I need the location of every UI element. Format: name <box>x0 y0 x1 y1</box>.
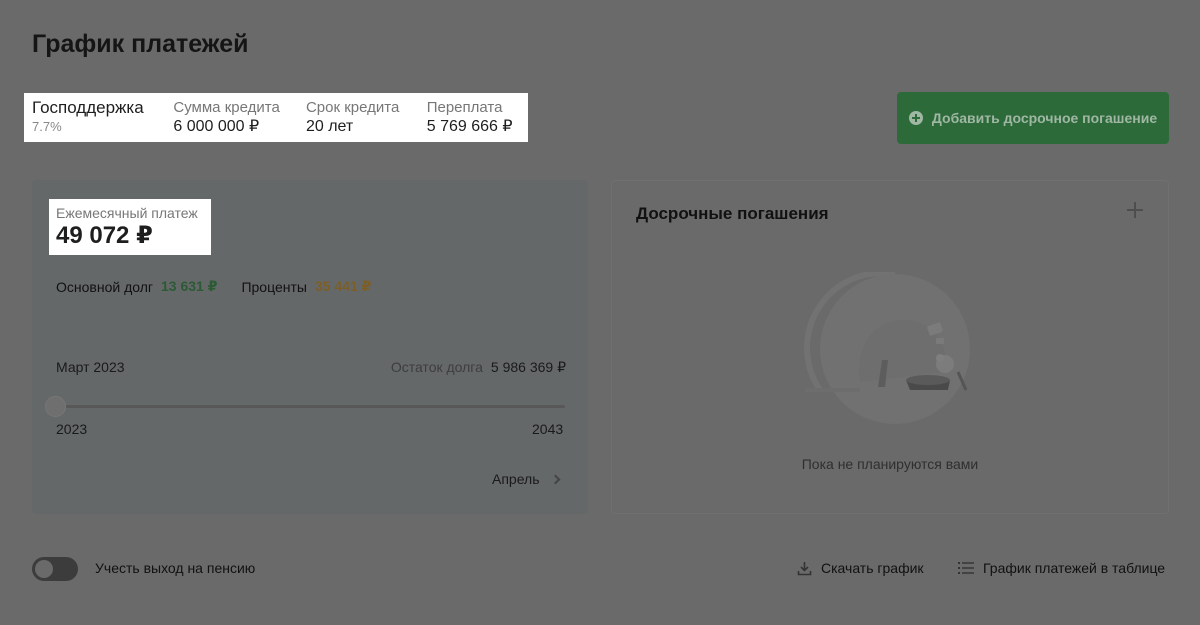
interest-value: 35 441 ₽ <box>314 278 372 294</box>
timeline-slider-thumb[interactable] <box>45 396 66 417</box>
monthly-payment-value: 49 072 ₽ <box>56 222 153 249</box>
overpay-label: Переплата <box>426 99 503 116</box>
selected-month: Март 2023 <box>56 359 125 375</box>
amount-label: Сумма кредита <box>173 99 280 116</box>
early-payments-title: Досрочные погашения <box>636 204 829 223</box>
interest-label: Проценты <box>241 278 307 295</box>
chevron-right-icon <box>550 474 560 484</box>
next-month-button[interactable]: Апрель <box>492 471 560 487</box>
retirement-toggle-label: Учесть выход на пенсию <box>95 560 256 576</box>
add-early-payment-label: Добавить досрочное погашение <box>931 110 1158 126</box>
retirement-toggle[interactable] <box>32 557 78 581</box>
monthly-payment: Ежемесячный платеж 49 072 ₽ <box>49 199 211 255</box>
summary-program: Господдержка 7.7% <box>32 99 173 142</box>
program-label: Господдержка <box>32 98 144 117</box>
plus-icon[interactable] <box>1127 202 1143 218</box>
plus-circle-icon <box>908 111 923 125</box>
monthly-payment-label: Ежемесячный платеж <box>56 205 198 221</box>
remaining-balance: Остаток долга 5 986 369 ₽ <box>391 359 566 376</box>
principal-value: 13 631 ₽ <box>161 278 218 294</box>
amount-value: 6 000 000 ₽ <box>173 118 260 135</box>
overpay-value: 5 769 666 ₽ <box>426 118 513 135</box>
empty-state-text: Пока не планируются вами <box>801 456 979 472</box>
slider-start-year: 2023 <box>56 421 88 437</box>
principal-label: Основной долг <box>56 278 153 295</box>
payment-breakdown: Основной долг 13 631 ₽ Проценты 35 441 ₽ <box>56 278 371 295</box>
toggle-knob <box>35 560 53 578</box>
download-icon <box>797 561 812 575</box>
schedule-table-label: График платежей в таблице <box>983 560 1166 576</box>
download-schedule-link[interactable]: Скачать график <box>797 560 924 576</box>
timeline-slider-track[interactable] <box>56 405 565 408</box>
term-label: Срок кредита <box>305 99 400 116</box>
summary-overpay: Переплата 5 769 666 ₽ <box>427 99 520 142</box>
summary-amount: Сумма кредита 6 000 000 ₽ <box>173 99 306 142</box>
empty-state-illustration <box>804 272 970 424</box>
term-value: 20 лет <box>305 118 354 135</box>
summary-term: Срок кредита 20 лет <box>306 99 427 142</box>
download-schedule-label: Скачать график <box>821 560 924 576</box>
balance-value: 5 986 369 ₽ <box>490 359 566 375</box>
page-title: График платежей <box>32 30 249 58</box>
loan-summary: Господдержка 7.7% Сумма кредита 6 000 00… <box>24 93 528 142</box>
add-early-payment-button[interactable]: Добавить досрочное погашение <box>897 92 1169 144</box>
list-icon <box>958 562 974 574</box>
schedule-table-link[interactable]: График платежей в таблице <box>958 560 1165 576</box>
next-month-label: Апрель <box>492 471 540 487</box>
program-rate: 7.7% <box>32 119 62 134</box>
slider-end-year: 2043 <box>532 421 564 437</box>
balance-label: Остаток долга <box>390 359 483 375</box>
